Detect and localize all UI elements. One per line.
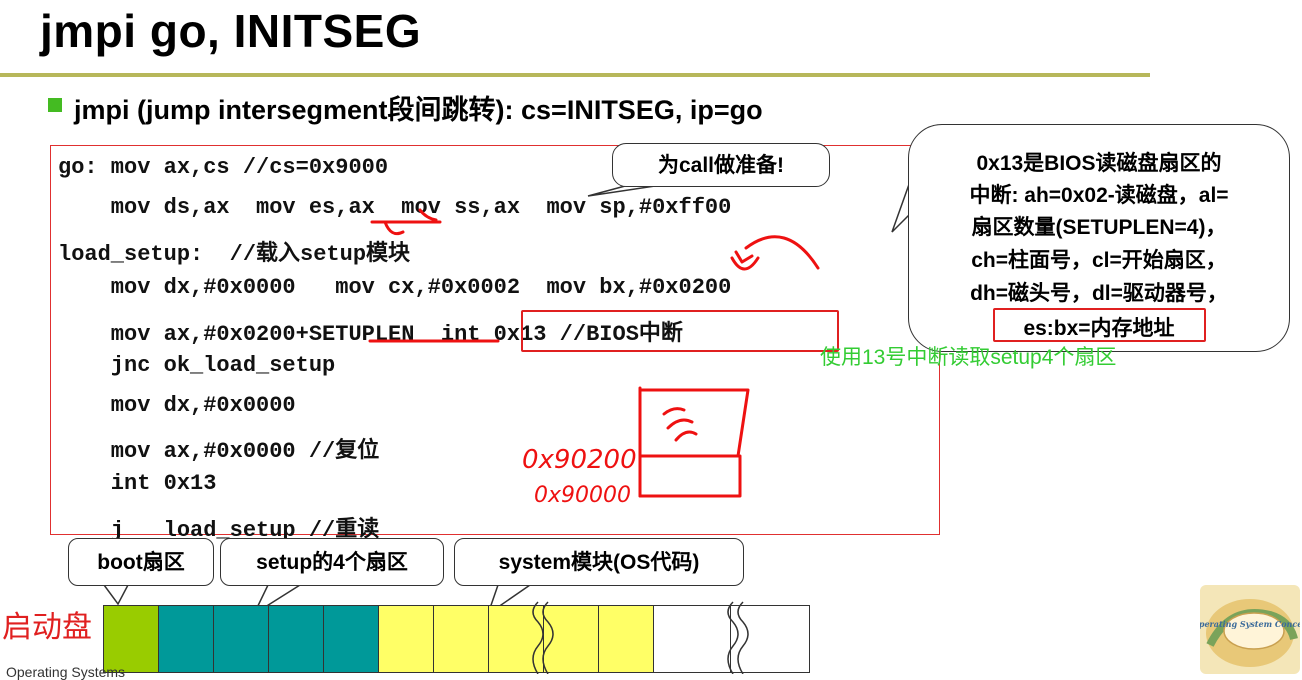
disk-break-marks [532, 601, 749, 674]
os-concepts-logo: Operating System Concepts [1200, 585, 1300, 674]
footer-text: Operating Systems [6, 664, 126, 680]
logo-text: Operating System Concepts [1200, 619, 1300, 629]
